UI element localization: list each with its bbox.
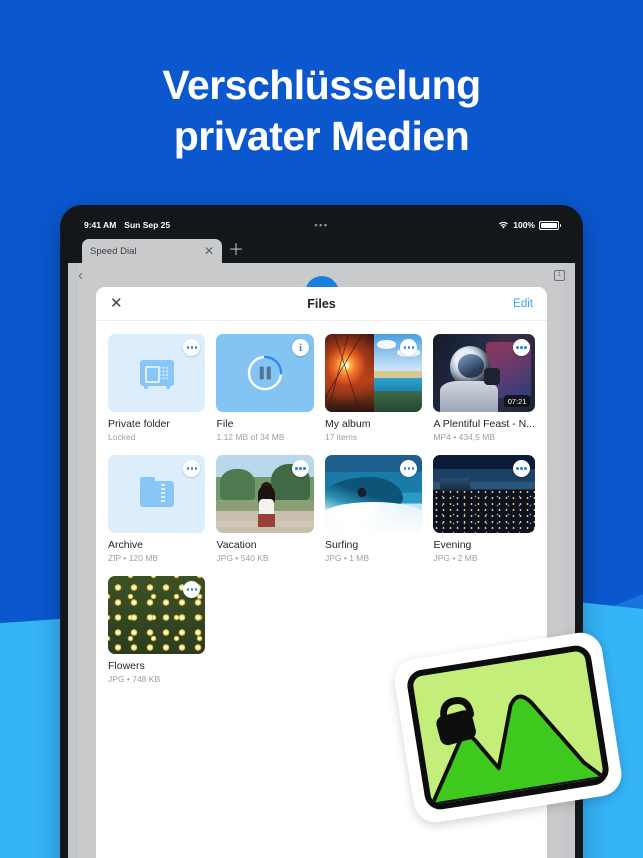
promo-screenshot: Verschlüsselung privater Medien 9:41 AM … bbox=[0, 0, 643, 858]
page-title: Verschlüsselung privater Medien bbox=[0, 60, 643, 163]
sticker-artwork bbox=[405, 643, 611, 812]
file-card[interactable]: Flowers JPG • 748 KB bbox=[108, 576, 206, 684]
file-name: File bbox=[216, 418, 234, 430]
file-name: Vacation bbox=[216, 539, 257, 551]
files-header: ✕ Files Edit bbox=[96, 287, 547, 321]
safe-icon bbox=[139, 360, 174, 386]
new-tab-icon[interactable]: ＋ bbox=[224, 239, 248, 263]
file-meta: Locked bbox=[108, 432, 136, 442]
file-thumbnail[interactable]: i bbox=[216, 334, 314, 412]
headline-line-2: privater Medien bbox=[173, 113, 470, 160]
file-meta: JPG • 1 MB bbox=[324, 553, 370, 563]
file-meta: ZIP • 120 MB bbox=[108, 553, 159, 563]
file-meta: JPG • 540 KB bbox=[216, 553, 269, 563]
sticker-svg bbox=[411, 650, 605, 805]
file-thumbnail[interactable] bbox=[108, 576, 206, 654]
file-name: Surfing bbox=[324, 539, 359, 551]
more-options-icon[interactable] bbox=[513, 460, 530, 477]
file-thumbnail[interactable] bbox=[324, 334, 423, 412]
headline-line-1: Verschlüsselung bbox=[162, 62, 481, 108]
device-edge-left bbox=[68, 263, 78, 858]
file-name: A Plentiful Feast - N... bbox=[433, 418, 535, 430]
file-card[interactable]: Evening JPG • 2 MB bbox=[433, 455, 535, 563]
browser-tab-strip: Speed Dial ✕ ＋ bbox=[68, 237, 575, 263]
file-thumbnail[interactable] bbox=[324, 455, 423, 533]
status-right: 100% bbox=[498, 220, 561, 230]
file-card[interactable]: Archive ZIP • 120 MB bbox=[108, 455, 206, 563]
more-options-icon[interactable] bbox=[513, 339, 530, 356]
file-meta: JPG • 2 MB bbox=[433, 553, 478, 563]
file-card[interactable]: Surfing JPG • 1 MB bbox=[324, 455, 423, 563]
file-name: Archive bbox=[108, 539, 144, 551]
battery-percent: 100% bbox=[513, 220, 535, 230]
file-name: Private folder bbox=[108, 418, 170, 430]
file-name: Evening bbox=[433, 539, 472, 551]
more-options-icon[interactable] bbox=[183, 339, 201, 356]
battery-icon bbox=[539, 220, 561, 230]
file-name: My album bbox=[324, 418, 371, 430]
more-options-icon[interactable] bbox=[291, 460, 309, 477]
file-meta: JPG • 748 KB bbox=[108, 674, 161, 684]
browser-tab-speed-dial[interactable]: Speed Dial ✕ bbox=[82, 239, 222, 263]
file-card[interactable]: Private folder Locked bbox=[108, 334, 206, 442]
tab-label: Speed Dial bbox=[90, 245, 137, 257]
file-thumbnail[interactable] bbox=[108, 455, 206, 533]
file-meta: 17 items bbox=[324, 432, 358, 442]
sheet-title: Files bbox=[307, 296, 336, 311]
file-thumbnail[interactable]: 07:21 bbox=[433, 334, 535, 412]
zip-folder-icon bbox=[139, 477, 174, 507]
edit-button[interactable]: Edit bbox=[513, 298, 533, 310]
file-card[interactable]: 07:21 A Plentiful Feast - N... MP4 • 434… bbox=[433, 334, 535, 442]
ios-status-bar: 9:41 AM Sun Sep 25 ••• 100% bbox=[68, 213, 575, 237]
tab-count-icon[interactable]: 1 bbox=[554, 269, 565, 281]
file-meta: MP4 • 434,5 MB bbox=[433, 432, 496, 442]
close-tab-icon[interactable]: ✕ bbox=[204, 245, 214, 257]
file-thumbnail[interactable] bbox=[216, 455, 314, 533]
file-meta: 1.12 MB of 34 MB bbox=[216, 432, 285, 442]
locked-image-sticker bbox=[391, 629, 625, 826]
info-icon[interactable]: i bbox=[291, 339, 309, 356]
file-thumbnail[interactable] bbox=[108, 334, 206, 412]
file-name: Flowers bbox=[108, 660, 145, 672]
file-card[interactable]: Vacation JPG • 540 KB bbox=[216, 455, 314, 563]
wifi-icon bbox=[499, 221, 509, 229]
video-duration-badge: 07:21 bbox=[504, 395, 530, 407]
back-icon[interactable]: ‹ bbox=[78, 268, 83, 283]
file-thumbnail[interactable] bbox=[433, 455, 535, 533]
more-options-icon[interactable] bbox=[183, 460, 201, 477]
file-card[interactable]: My album 17 items bbox=[324, 334, 423, 442]
pause-icon[interactable] bbox=[259, 366, 271, 380]
album-photo-sunset bbox=[324, 334, 374, 412]
file-card[interactable]: i File 1.12 MB of 34 MB bbox=[216, 334, 314, 442]
